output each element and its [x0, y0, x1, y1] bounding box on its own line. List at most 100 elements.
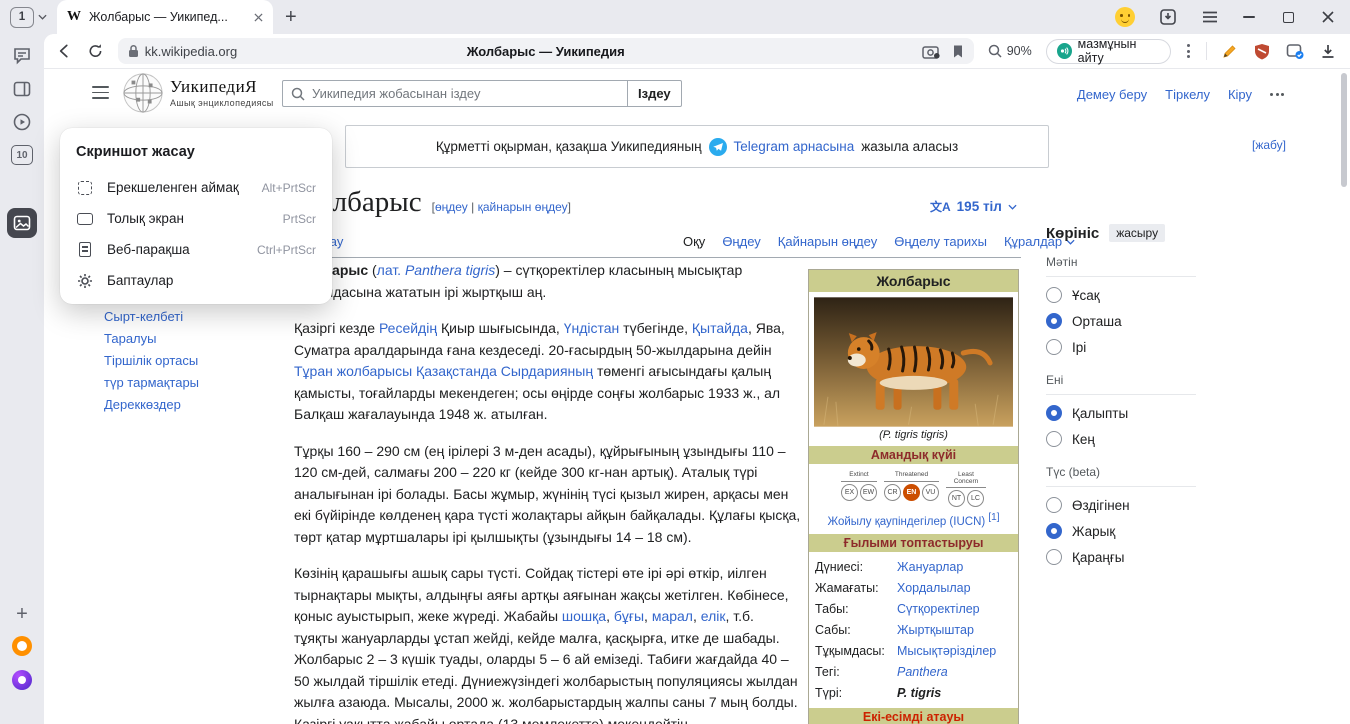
taxon-link[interactable]: Жануарлар — [897, 557, 963, 578]
adblock-shield-icon[interactable] — [1254, 43, 1270, 60]
inline-link[interactable]: Қазақстанда — [416, 363, 497, 379]
status-circle[interactable]: CR — [884, 484, 901, 501]
window-close-button[interactable] — [1322, 11, 1334, 23]
taxon-link[interactable]: Жыртқыштар — [897, 620, 974, 641]
taxon-link[interactable]: Panthera — [897, 662, 948, 683]
wiki-logo[interactable]: УикипедиЯ Ашық энциклопедиясы — [170, 78, 274, 109]
menu-item-webpage[interactable]: Веб-парақша Ctrl+PrtScr — [60, 234, 332, 265]
tab-edit[interactable]: Өңдеу — [722, 234, 760, 249]
new-tab-button[interactable]: + — [273, 2, 309, 32]
taxon-link[interactable]: Хордалылар — [897, 578, 971, 599]
iucn-link[interactable]: Жойылу қаупіндегілер (IUCN) — [827, 516, 985, 528]
status-circle[interactable]: EW — [860, 484, 877, 501]
donate-link[interactable]: Демеу беру — [1077, 87, 1147, 102]
inline-link[interactable]: Panthera tigris — [405, 262, 495, 278]
sidebar-video-icon[interactable] — [12, 112, 32, 132]
download-icon[interactable] — [1320, 43, 1336, 60]
inline-link[interactable]: бұғы — [614, 608, 644, 624]
status-circle[interactable]: EN — [903, 484, 920, 501]
tab-counter[interactable]: 1 — [10, 7, 47, 28]
inline-link[interactable]: лат. — [377, 262, 401, 278]
radio-option[interactable]: Орташа — [1046, 308, 1196, 334]
sidebar-alice-icon[interactable] — [12, 670, 32, 690]
header-more-icon[interactable] — [1270, 93, 1284, 96]
page-scrollbar[interactable] — [1341, 73, 1347, 187]
zoom-indicator[interactable]: 90% — [988, 44, 1032, 58]
protect-icon[interactable] — [1286, 43, 1304, 60]
reference-link[interactable]: [1] — [988, 512, 999, 523]
radio-button[interactable] — [1046, 431, 1062, 447]
back-button[interactable] — [56, 42, 73, 60]
banner-close-link[interactable]: [жабу] — [1252, 138, 1286, 152]
radio-button[interactable] — [1046, 313, 1062, 329]
radio-option[interactable]: Ірі — [1046, 334, 1196, 360]
sidebar-tabs-counter[interactable]: 10 — [11, 145, 33, 165]
chevron-down-icon[interactable] — [38, 14, 47, 20]
tab-history[interactable]: Өңделу тарихы — [894, 234, 987, 249]
radio-option[interactable]: Қараңғы — [1046, 544, 1196, 570]
downloads-panel-icon[interactable] — [1159, 8, 1177, 26]
radio-option[interactable]: Ұсақ — [1046, 282, 1196, 308]
minimize-button[interactable] — [1243, 16, 1255, 18]
radio-button[interactable] — [1046, 287, 1062, 303]
tab-edit-source[interactable]: Қайнарын өңдеу — [778, 234, 877, 249]
wiki-menu-button[interactable] — [92, 86, 109, 99]
sidebar-zen-icon[interactable] — [12, 636, 32, 656]
inline-link[interactable]: Сырдарияның — [501, 363, 593, 379]
appearance-hide-button[interactable]: жасыру — [1109, 224, 1165, 242]
sidebar-screenshot-icon[interactable] — [7, 208, 37, 238]
inline-link[interactable]: Ресейдің — [379, 320, 437, 336]
search-field[interactable] — [282, 80, 628, 107]
status-circle[interactable]: NT — [948, 490, 965, 507]
edit-link[interactable]: өңдеу — [435, 200, 468, 214]
inline-link[interactable]: Үндістан — [564, 320, 620, 336]
status-circle[interactable]: EX — [841, 484, 858, 501]
radio-button[interactable] — [1046, 549, 1062, 565]
more-options-icon[interactable] — [1185, 44, 1192, 58]
rewards-smiley-icon[interactable] — [1115, 7, 1135, 27]
telegram-link[interactable]: Telegram арнасына — [734, 139, 855, 154]
radio-option[interactable]: Қалыпты — [1046, 400, 1196, 426]
toc-link[interactable]: Таралуы — [104, 328, 199, 350]
bookmark-flag-icon[interactable] — [952, 44, 964, 59]
inline-link[interactable]: елік — [701, 608, 726, 624]
taxon-link[interactable]: Сүтқоректілер — [897, 599, 980, 620]
menu-item-selected-area[interactable]: Ерекшеленген аймақ Alt+PrtScr — [60, 172, 332, 203]
menu-item-settings[interactable]: Баптаулар — [60, 265, 332, 296]
browser-tab[interactable]: W Жолбарыс — Уикипед... — [57, 0, 273, 34]
inline-link[interactable]: Қытайда — [692, 320, 748, 336]
toc-link[interactable]: Тіршілік ортасы — [104, 350, 199, 372]
menu-item-fullscreen[interactable]: Толық экран PrtScr — [60, 203, 332, 234]
read-aloud-button[interactable]: мазмұнын айту — [1046, 39, 1171, 64]
taxon-link[interactable]: Мысықтәрізділер — [897, 641, 996, 662]
status-circle[interactable]: LC — [967, 490, 984, 507]
toc-link[interactable]: Сырт-келбеті — [104, 306, 199, 328]
wikipedia-globe-logo[interactable] — [122, 71, 164, 115]
sidebar-add-icon[interactable]: + — [16, 606, 28, 622]
language-selector-button[interactable]: 文A 195 тіл — [930, 198, 1017, 215]
tab-read[interactable]: Оқу — [683, 234, 705, 249]
edit-source-link[interactable]: қайнарын өңдеу — [478, 200, 568, 214]
tiger-image[interactable] — [814, 297, 1013, 427]
address-bar[interactable]: kk.wikipedia.org Жолбарыс — Уикипедия — [118, 38, 974, 64]
toc-link[interactable]: Дереккөздер — [104, 394, 199, 416]
screenshot-camera-icon[interactable] — [922, 44, 940, 59]
browser-menu-icon[interactable] — [1201, 8, 1219, 26]
sidebar-panels-icon[interactable] — [12, 79, 32, 99]
radio-option[interactable]: Кең — [1046, 426, 1196, 452]
inline-link[interactable]: шошқа — [562, 608, 606, 624]
maximize-button[interactable] — [1283, 12, 1294, 23]
tab-close-button[interactable] — [254, 13, 263, 22]
reload-button[interactable] — [87, 42, 104, 60]
radio-option[interactable]: Өздігінен — [1046, 492, 1196, 518]
search-input[interactable] — [312, 86, 619, 101]
radio-button[interactable] — [1046, 339, 1062, 355]
edit-pencil-icon[interactable] — [1221, 43, 1238, 60]
search-button[interactable]: Іздеу — [628, 80, 682, 107]
inline-link[interactable]: Тұран жолбарысы — [294, 363, 412, 379]
sidebar-chat-icon[interactable] — [12, 46, 32, 66]
radio-button[interactable] — [1046, 523, 1062, 539]
toc-link[interactable]: түр тармақтары — [104, 372, 199, 394]
radio-option[interactable]: Жарық — [1046, 518, 1196, 544]
radio-button[interactable] — [1046, 405, 1062, 421]
